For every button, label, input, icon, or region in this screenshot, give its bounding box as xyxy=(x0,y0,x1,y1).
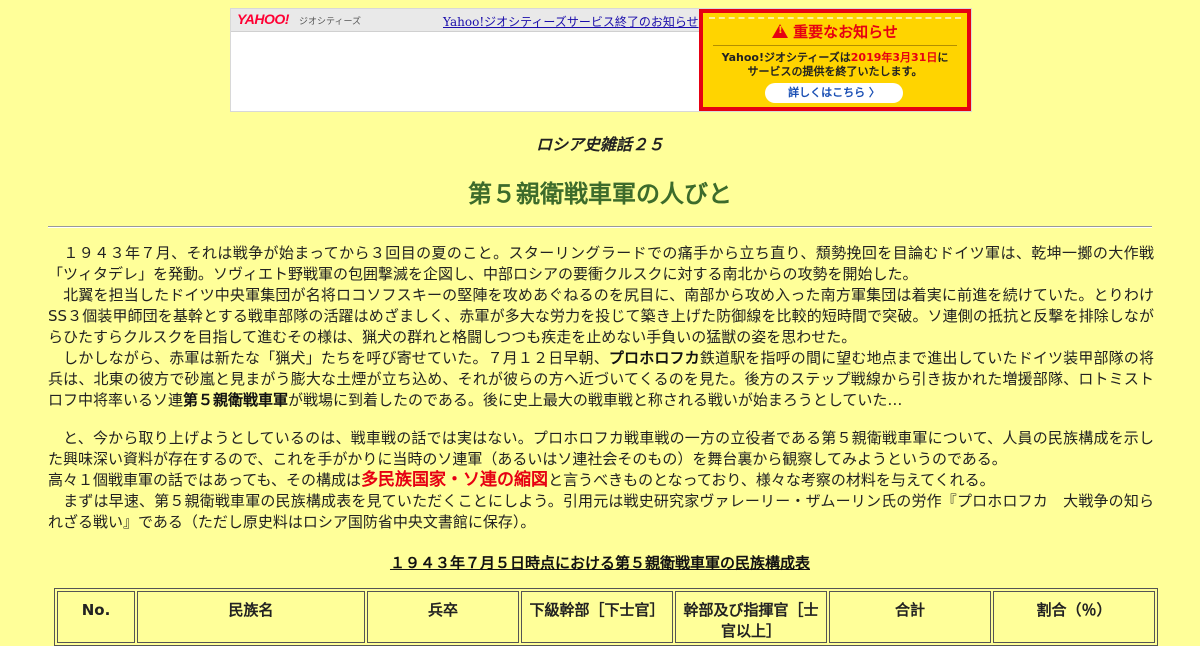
paragraph-1: １９４３年７月、それは戦争が始まってから３回目の夏のこと。スターリングラードでの… xyxy=(48,244,1154,283)
paragraph-3-a: しかしながら、赤軍は新たな「猟犬」たちを呼び寄せていた。７月１２日早朝、 xyxy=(48,349,609,367)
paragraph-5-c: と言うべきものとなっており、様々な考察の材料を与えてくれる。 xyxy=(548,471,995,489)
notice-divider xyxy=(713,45,957,46)
paragraph-3-e: が戦場に到着したのである。後に史上最大の戦車戦と称される戦いが始まろうとしていた… xyxy=(288,391,903,409)
page-title: 第５親衛戦車軍の人びと xyxy=(468,180,732,208)
header-junior-ranks: 下級幹部［下士官］ xyxy=(521,591,673,643)
paragraph-5: 高々１個戦車軍の話ではあっても、その構成は多民族国家・ソ連の縮図と言うべきものと… xyxy=(48,470,1154,491)
paragraph-2: 北翼を担当したドイツ中央軍集団が名将ロコソフスキーの堅陣を攻めあぐねるのを尻目に… xyxy=(48,286,1154,346)
paragraph-6: まずは早速、第５親衛戦車軍の民族構成表を見ていただくことにしよう。引用元は戦史研… xyxy=(48,492,1154,531)
table-header-row: No. 民族名 兵卒 下級幹部［下士官］ 幹部及び指揮官［士官以上］ 合計 割合… xyxy=(57,591,1155,643)
header-no: No. xyxy=(57,591,135,643)
header-privates: 兵卒 xyxy=(367,591,519,643)
header-ratio: 割合（％） xyxy=(993,591,1155,643)
header-ethnicity: 民族名 xyxy=(137,591,365,643)
paragraph-4: と、今から取り上げようとしているのは、戦車戦の話では実はない。プロホロフカ戦車戦… xyxy=(48,429,1154,468)
paragraph-3: しかしながら、赤軍は新たな「猟犬」たちを呼び寄せていた。７月１２日早朝、プロホロ… xyxy=(48,348,1154,411)
notice-title-text: 重要なお知らせ xyxy=(793,23,898,41)
table-caption: １９４３年７月５日時点における第５親衛戦車軍の民族構成表 xyxy=(389,554,810,572)
notice-date: 2019年3月31日 xyxy=(850,51,938,64)
header-officers: 幹部及び指揮官［士官以上］ xyxy=(675,591,827,643)
notice-title: 重要なお知らせ xyxy=(703,21,967,42)
notice-line1-b: に xyxy=(937,51,949,64)
ethnic-composition-table: No. 民族名 兵卒 下級幹部［下士官］ 幹部及び指揮官［士官以上］ 合計 割合… xyxy=(54,588,1158,646)
fifth-guards-tank-army-bold: 第５親衛戦車軍 xyxy=(183,391,289,409)
notice-text: Yahoo!ジオシティーズは2019年3月31日に サービスの提供を終了いたしま… xyxy=(707,51,963,79)
prokhorovka-bold: プロホロフカ xyxy=(608,349,700,367)
warning-icon xyxy=(772,24,789,38)
important-notice-ad[interactable]: 重要なお知らせ Yahoo!ジオシティーズは2019年3月31日に サービスの提… xyxy=(699,9,971,111)
article-paragraphs: １９４３年７月、それは戦争が始まってから３回目の夏のこと。スターリングラードでの… xyxy=(48,243,1154,411)
details-button[interactable]: 詳しくはこちら 〉 xyxy=(765,83,903,103)
notice-line2: サービスの提供を終了いたします。 xyxy=(747,65,923,78)
yahoo-logo-sub: ジオシティーズ xyxy=(299,17,362,27)
header-total: 合計 xyxy=(829,591,991,643)
page-subtitle: ロシア史雑話２５ xyxy=(535,135,664,154)
highlight-text: 多民族国家・ソ連の縮図 xyxy=(361,470,549,490)
geocities-banner: YAHOO! ジオシティーズ Yahoo!ジオシティーズサービス終了のお知らせ … xyxy=(230,8,972,112)
service-end-link[interactable]: Yahoo!ジオシティーズサービス終了のお知らせ xyxy=(443,13,699,30)
notice-line1-a: Yahoo!ジオシティーズは xyxy=(721,51,851,64)
article-paragraphs-2: と、今から取り上げようとしているのは、戦車戦の話では実はない。プロホロフカ戦車戦… xyxy=(48,428,1154,533)
paragraph-5-a: 高々１個戦車軍の話ではあっても、その構成は xyxy=(48,471,362,489)
banner-bar: YAHOO! ジオシティーズ Yahoo!ジオシティーズサービス終了のお知らせ xyxy=(231,9,699,32)
horizontal-divider xyxy=(48,226,1152,228)
yahoo-logo[interactable]: YAHOO! xyxy=(237,11,289,27)
